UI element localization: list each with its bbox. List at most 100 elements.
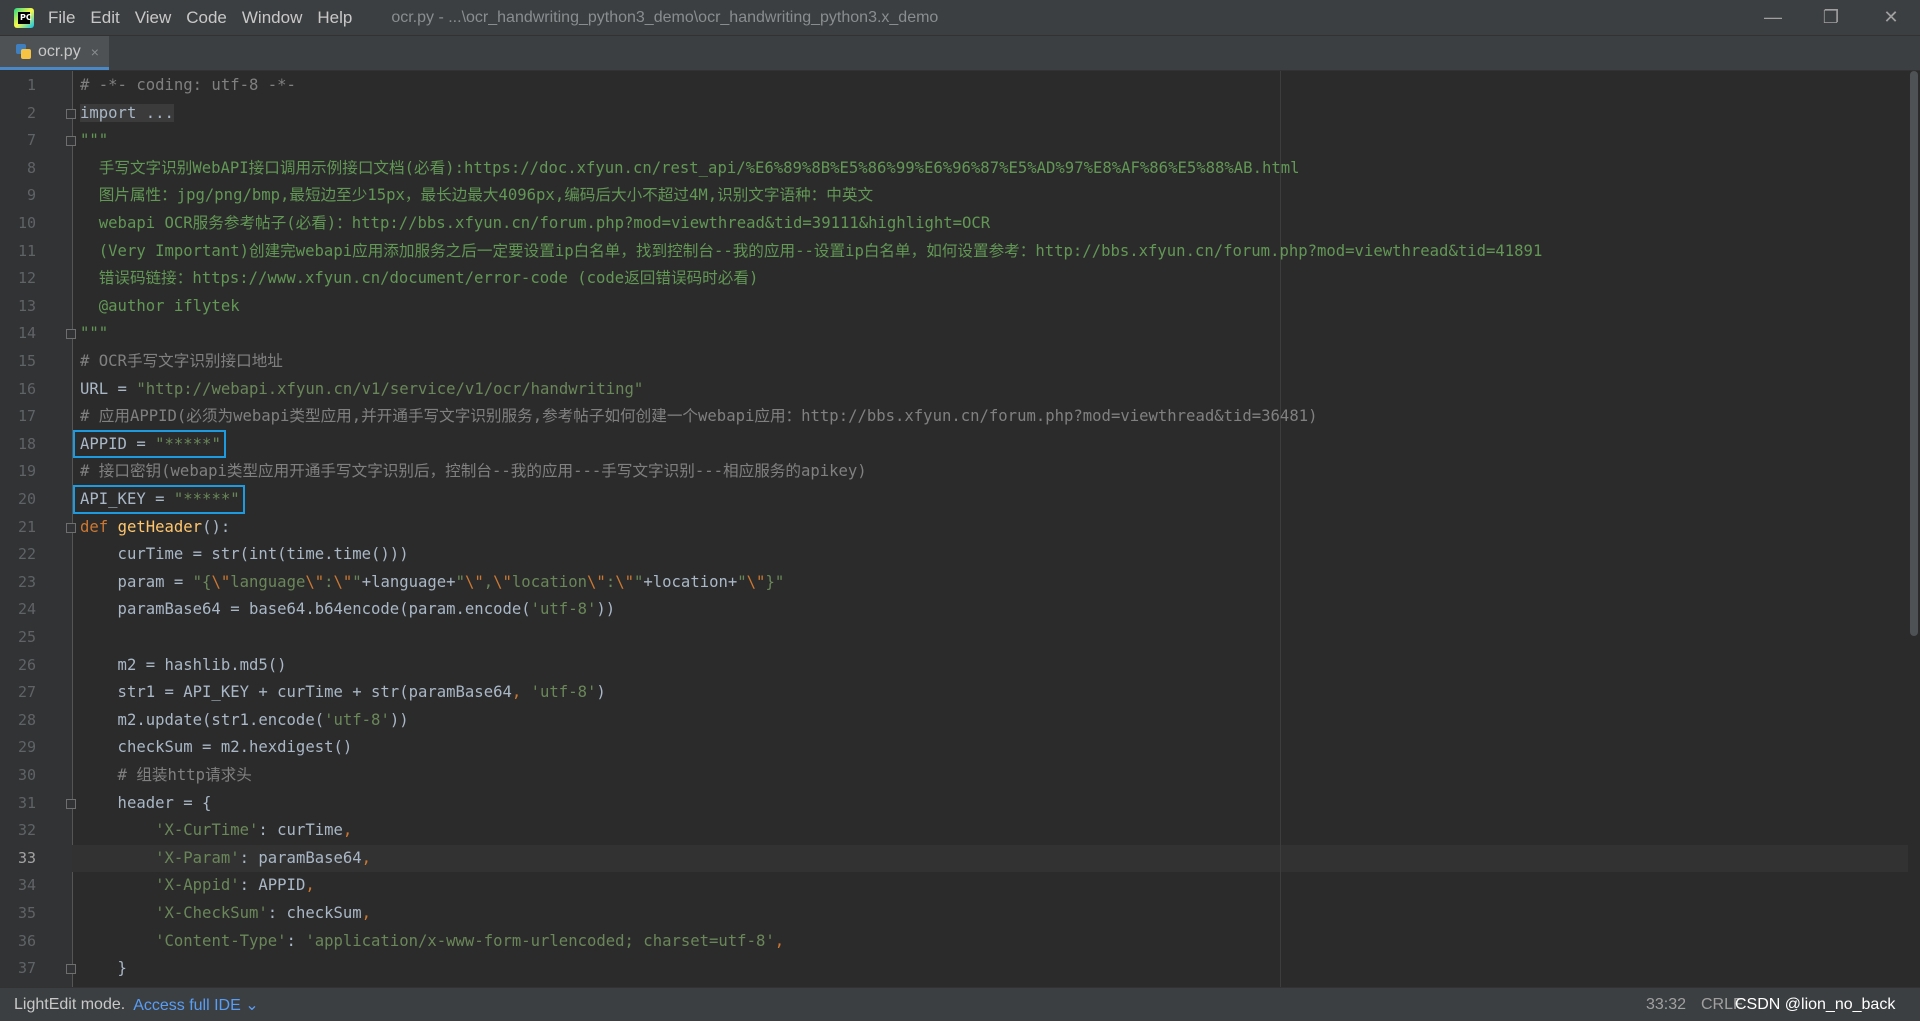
code-line[interactable]: 'X-CurTime': curTime,	[80, 817, 352, 845]
vertical-scrollbar[interactable]	[1908, 71, 1920, 987]
scrollbar-thumb[interactable]	[1910, 71, 1918, 636]
code-token: # 组装http请求头	[80, 766, 252, 784]
access-full-ide-link[interactable]: Access full IDE ⌄	[133, 995, 258, 1015]
menu-view[interactable]: View	[135, 8, 172, 28]
code-token: location	[511, 572, 588, 591]
line-number: 9	[26, 186, 36, 205]
code-token: ))	[389, 710, 409, 729]
close-window-icon[interactable]: ✕	[1862, 0, 1920, 35]
menu-edit[interactable]: Edit	[90, 8, 119, 28]
code-line[interactable]: import ...	[80, 100, 174, 128]
menu-code[interactable]: Code	[186, 8, 227, 28]
code-token: 'utf-8'	[324, 710, 390, 729]
fold-marker-icon[interactable]	[66, 136, 76, 147]
code-line[interactable]: URL = "http://webapi.xfyun.cn/v1/service…	[80, 376, 643, 404]
code-line[interactable]: 'X-Appid': APPID,	[80, 872, 315, 900]
code-token: header = {	[80, 793, 212, 812]
restore-icon[interactable]: ❐	[1802, 0, 1860, 35]
line-number: 14	[17, 324, 36, 343]
code-line[interactable]: header = {	[80, 790, 212, 818]
code-token: +location+	[643, 572, 738, 591]
code-token: }"	[765, 572, 785, 591]
menu-window[interactable]: Window	[242, 8, 302, 28]
code-line[interactable]: 错误码链接：https://www.xfyun.cn/document/erro…	[80, 265, 759, 293]
code-line[interactable]: # -*- coding: utf-8 -*-	[80, 72, 296, 100]
code-token: 'utf-8'	[530, 683, 597, 702]
code-line[interactable]: webapi OCR服务参考帖子(必看)：http://bbs.xfyun.cn…	[80, 210, 990, 238]
code-line[interactable]: (Very Important)创建完webapi应用添加服务之后一定要设置ip…	[80, 238, 1543, 266]
code-line[interactable]: curTime = str(int(time.time()))	[80, 541, 409, 569]
code-token: # OCR手写文字识别接口地址	[80, 352, 283, 370]
line-number: 32	[17, 821, 36, 840]
line-number: 10	[17, 214, 36, 232]
code-line[interactable]: def getHeader():	[80, 514, 230, 542]
line-number: 31	[17, 793, 36, 812]
code-token: webapi OCR服务参考帖子(必看)：http://bbs.xfyun.cn…	[80, 214, 991, 232]
code-token: \"	[211, 572, 231, 591]
code-token: import ...	[80, 103, 174, 122]
code-token: "	[633, 572, 644, 591]
code-token: ,	[483, 572, 494, 591]
line-number: 37	[17, 959, 36, 978]
line-number: 7	[26, 131, 36, 150]
code-line[interactable]: # 组装http请求头	[80, 762, 252, 790]
menu-help[interactable]: Help	[317, 8, 352, 28]
code-line[interactable]: """	[80, 320, 108, 348]
line-number: 18	[17, 434, 36, 453]
code-token: m2 = hashlib.md5()	[80, 655, 287, 674]
code-line[interactable]: }	[80, 955, 127, 983]
code-line[interactable]: # 应用APPID(必须为webapi类型应用,并开通手写文字识别服务,参考帖子…	[80, 403, 1318, 431]
fold-marker-icon[interactable]	[66, 108, 76, 119]
code-editor[interactable]: 1 2 7 8 9 10 11 12 13 14 15 16 17 18 19 20 21 22 23 24 25 26 2…	[0, 71, 1920, 987]
line-number: 15	[17, 352, 36, 370]
line-number: 29	[17, 738, 36, 757]
code-line[interactable]: """	[80, 127, 108, 155]
tab-ocr-py[interactable]: ocr.py ×	[0, 36, 109, 70]
code-line[interactable]: 'Content-Type': 'application/x-www-form-…	[80, 928, 784, 956]
code-token: ))	[596, 600, 616, 619]
tab-close-icon[interactable]: ×	[91, 44, 99, 60]
code-line[interactable]: m2.update(str1.encode('utf-8'))	[80, 707, 409, 735]
line-number: 13	[17, 296, 36, 315]
code-token: "http://webapi.xfyun.cn/v1/service/v1/oc…	[136, 379, 644, 398]
line-number: 20	[17, 490, 36, 508]
fold-marker-icon[interactable]	[66, 329, 76, 340]
line-number: 17	[17, 407, 36, 426]
code-token: )	[596, 683, 606, 702]
fold-marker-icon[interactable]	[66, 798, 76, 809]
code-line[interactable]: 'X-CheckSum': checkSum,	[80, 900, 371, 928]
code-area[interactable]: # -*- coding: utf-8 -*- import ... """ 手写文…	[80, 71, 1910, 987]
code-line[interactable]: paramBase64 = base64.b64encode(param.enc…	[80, 596, 616, 624]
code-token: (Very Important)创建完webapi应用添加服务之后一定要设置ip…	[80, 241, 1543, 260]
code-token: 错误码链接：https://www.xfyun.cn/document/erro…	[80, 269, 759, 288]
code-line[interactable]: str1 = API_KEY + curTime + str(paramBase…	[80, 679, 606, 707]
code-token: 'X-Param'	[155, 848, 240, 867]
pycharm-logo-icon: PC	[14, 7, 34, 28]
code-token: \"	[615, 572, 634, 591]
window-title: ocr.py - ...\ocr_handwriting_python3_dem…	[391, 8, 939, 26]
code-token: : paramBase64	[239, 848, 362, 867]
code-line[interactable]: # OCR手写文字识别接口地址	[80, 348, 283, 376]
menu-file[interactable]: File	[48, 8, 75, 28]
code-line[interactable]: @author iflytek	[80, 293, 240, 321]
code-line[interactable]: 'X-Param': paramBase64,	[80, 845, 371, 873]
code-token: 'application/x-www-form-urlencoded; char…	[305, 931, 775, 950]
code-token: 'Content-Type'	[155, 931, 287, 950]
code-line[interactable]: 手写文字识别WebAPI接口调用示例接口文档(必看):https://doc.x…	[80, 155, 1300, 183]
caret-position[interactable]: 33:32	[1646, 996, 1686, 1014]
code-line[interactable]: param = "{\"language\":\""+language+"\",…	[80, 569, 785, 597]
code-token: ,	[774, 931, 785, 950]
code-line[interactable]: m2 = hashlib.md5()	[80, 652, 287, 680]
line-number: 33	[17, 848, 36, 867]
code-token: # 应用APPID(必须为webapi类型应用,并开通手写文字识别服务,参考帖子…	[80, 407, 1318, 426]
code-token: ,	[361, 904, 372, 922]
code-token: URL =	[80, 379, 137, 398]
fold-marker-icon[interactable]	[66, 964, 76, 975]
fold-marker-icon[interactable]	[66, 522, 76, 533]
line-number: 26	[17, 655, 36, 674]
code-line[interactable]: 图片属性：jpg/png/bmp,最短边至少15px，最长边最大4096px,编…	[80, 182, 873, 210]
code-token: \"	[587, 572, 606, 591]
code-line[interactable]: # 接口密钥(webapi类型应用开通手写文字识别后，控制台--我的应用---手…	[80, 458, 867, 486]
code-line[interactable]: checkSum = m2.hexdigest()	[80, 734, 353, 762]
minimize-icon[interactable]: —	[1744, 0, 1802, 35]
